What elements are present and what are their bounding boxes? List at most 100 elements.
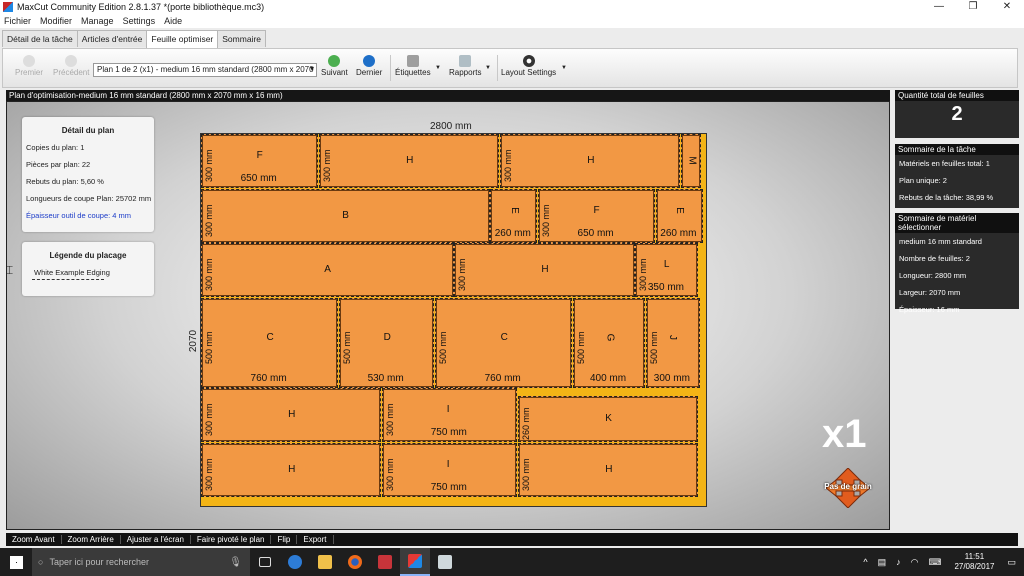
app-icon	[3, 2, 13, 12]
material-length: Longueur: 2800 mm	[899, 271, 967, 280]
sheet[interactable]: F 650 mm 300 mm H 300 mm H 300 mm M B 300 mm E 260 …	[200, 133, 707, 507]
piece-width-label: 650 mm	[577, 227, 614, 239]
edge-app[interactable]	[280, 548, 310, 576]
labels-dropdown-icon[interactable]: ▼	[435, 65, 441, 71]
firefox-app[interactable]	[340, 548, 370, 576]
piece-height-label: 500 mm	[648, 331, 659, 364]
task-view-button[interactable]	[250, 548, 280, 576]
plan-blade-thickness: Épaisseur outil de coupe: 4 mm	[26, 211, 132, 220]
menu-fichier[interactable]: Fichier	[4, 16, 31, 26]
restore-button[interactable]: ❐	[956, 0, 990, 14]
app-gray-icon	[438, 555, 452, 569]
export-button[interactable]: Export	[297, 535, 334, 544]
tab-input-items[interactable]: Articles d'entrée	[76, 30, 148, 47]
labels-button[interactable]: Étiquettes	[395, 55, 431, 77]
cut-piece[interactable]: I 750 mm 300 mm	[382, 388, 518, 443]
cut-piece[interactable]: H 300 mm	[454, 243, 635, 298]
piece-height-label: 300 mm	[204, 258, 214, 292]
previous-button[interactable]: Précédent	[53, 55, 89, 77]
layout-settings-button[interactable]: Layout Settings	[501, 55, 556, 77]
layout-dropdown-icon[interactable]: ▼	[561, 65, 567, 71]
title-bar: MaxCut Community Edition 2.8.1.37 *(port…	[0, 0, 1024, 14]
task-materials: Matériels en feuilles total: 1	[899, 159, 990, 168]
piece-height-label: 300 mm	[521, 458, 532, 492]
menu-settings[interactable]: Settings	[123, 16, 156, 26]
cut-piece[interactable]: E 260 mm	[490, 188, 538, 243]
piece-name: I	[446, 459, 450, 471]
chevron-up-icon[interactable]: ^	[863, 557, 867, 567]
cut-piece[interactable]: I 750 mm 300 mm	[382, 443, 518, 497]
plan-multiplier: x1	[822, 412, 867, 456]
notification-icon[interactable]: ▭	[1007, 557, 1016, 568]
menu-modifier[interactable]: Modifier	[40, 16, 72, 26]
cut-piece[interactable]: H 300 mm	[500, 134, 681, 188]
cut-piece[interactable]: H 300 mm	[201, 388, 382, 443]
reports-button[interactable]: Rapports	[449, 55, 481, 77]
taskbar-search[interactable]: ○ Taper ici pour rechercher 🎙	[32, 548, 250, 576]
cut-piece[interactable]: B 300 mm	[201, 188, 490, 243]
material-count: Nombre de feuilles: 2	[899, 254, 970, 263]
fit-to-screen-button[interactable]: Ajuster a l'écran	[121, 535, 191, 544]
zoom-in-button[interactable]: Zoom Avant	[6, 535, 62, 544]
explorer-app[interactable]	[310, 548, 340, 576]
tab-sheet-optimizer[interactable]: Feuille optimiser	[146, 30, 219, 48]
task-view-icon	[259, 557, 271, 567]
piece-name: E	[508, 206, 520, 214]
piece-name: H	[587, 154, 595, 166]
search-icon: ○	[38, 557, 44, 567]
tab-job-detail[interactable]: Détail de la tâche	[2, 30, 78, 47]
sheet-width-label: 2800 mm	[430, 121, 472, 132]
cut-piece[interactable]: C 760 mm 500 mm	[201, 297, 339, 388]
piece-width-label: 650 mm	[240, 172, 277, 184]
app-red[interactable]	[370, 548, 400, 576]
zoom-out-button[interactable]: Zoom Arrière	[62, 535, 121, 544]
piece-height-label: 300 mm	[385, 403, 396, 437]
folder-icon	[318, 555, 332, 569]
taskbar-clock[interactable]: 11:51 27/08/2017	[954, 552, 994, 572]
microphone-icon[interactable]: 🎙	[229, 557, 242, 568]
flip-button[interactable]: Flip	[271, 535, 298, 544]
cut-piece[interactable]: M	[681, 134, 701, 188]
previous-icon	[65, 55, 78, 67]
language-icon[interactable]: ⌨	[928, 557, 941, 568]
cut-piece[interactable]: H 300 mm	[201, 443, 382, 497]
minimize-button[interactable]: —	[922, 0, 956, 14]
volume-icon[interactable]: ♪	[896, 557, 901, 567]
start-button[interactable]	[0, 555, 32, 569]
task-unique-plans: Plan unique: 2	[899, 176, 947, 185]
menu-bar: Fichier Modifier Manage Settings Aide	[0, 14, 1024, 28]
next-button[interactable]: Suivant	[321, 55, 348, 77]
menu-aide[interactable]: Aide	[164, 16, 182, 26]
menu-manage[interactable]: Manage	[81, 16, 114, 26]
cut-piece[interactable]: F 650 mm 300 mm	[201, 134, 319, 188]
cut-piece[interactable]: H 300 mm	[518, 443, 699, 497]
total-sheets-panel: Quantité total de feuilles 2	[895, 90, 1019, 138]
wifi-icon[interactable]: ◠	[911, 557, 919, 568]
reports-dropdown-icon[interactable]: ▼	[485, 65, 491, 71]
close-button[interactable]: ✕	[990, 0, 1024, 14]
cut-piece[interactable]: D 530 mm 500 mm	[338, 297, 435, 388]
tab-bar: Détail de la tâche Articles d'entrée Feu…	[0, 30, 266, 48]
last-button[interactable]: Dernier	[356, 55, 382, 77]
piece-name: H	[541, 264, 549, 276]
cut-piece[interactable]: C 760 mm 500 mm	[435, 297, 573, 388]
cut-piece[interactable]: A 300 mm	[201, 243, 454, 298]
cut-piece[interactable]: L 350 mm 300 mm	[635, 243, 699, 298]
app-gray[interactable]	[430, 548, 460, 576]
cut-piece[interactable]: F 650 mm 300 mm	[537, 188, 656, 243]
cut-piece[interactable]: K 260 mm	[518, 395, 699, 443]
rotate-plan-button[interactable]: Faire pivoté le plan	[191, 535, 272, 544]
cut-piece[interactable]: G 400 mm 500 mm	[572, 297, 646, 388]
tab-summary[interactable]: Sommaire	[217, 30, 266, 47]
first-button[interactable]: Premier	[15, 55, 43, 77]
cut-piece[interactable]: J 300 mm 500 mm	[645, 297, 700, 388]
cut-piece[interactable]: H 300 mm	[318, 134, 500, 188]
piece-height-label: 300 mm	[204, 204, 214, 237]
piece-height-label: 300 mm	[638, 258, 649, 292]
network-icon[interactable]: ▤	[878, 557, 887, 568]
plan-cut-length: Longueurs de coupe Plan: 25702 mm	[26, 194, 152, 203]
plan-select[interactable]: Plan 1 de 2 (x1) - medium 16 mm standard…	[93, 63, 317, 77]
grain-direction-toggle[interactable]: Pas de grain	[820, 467, 876, 509]
maxcut-app[interactable]	[400, 548, 430, 576]
cut-piece[interactable]: E 260 mm	[655, 188, 703, 243]
